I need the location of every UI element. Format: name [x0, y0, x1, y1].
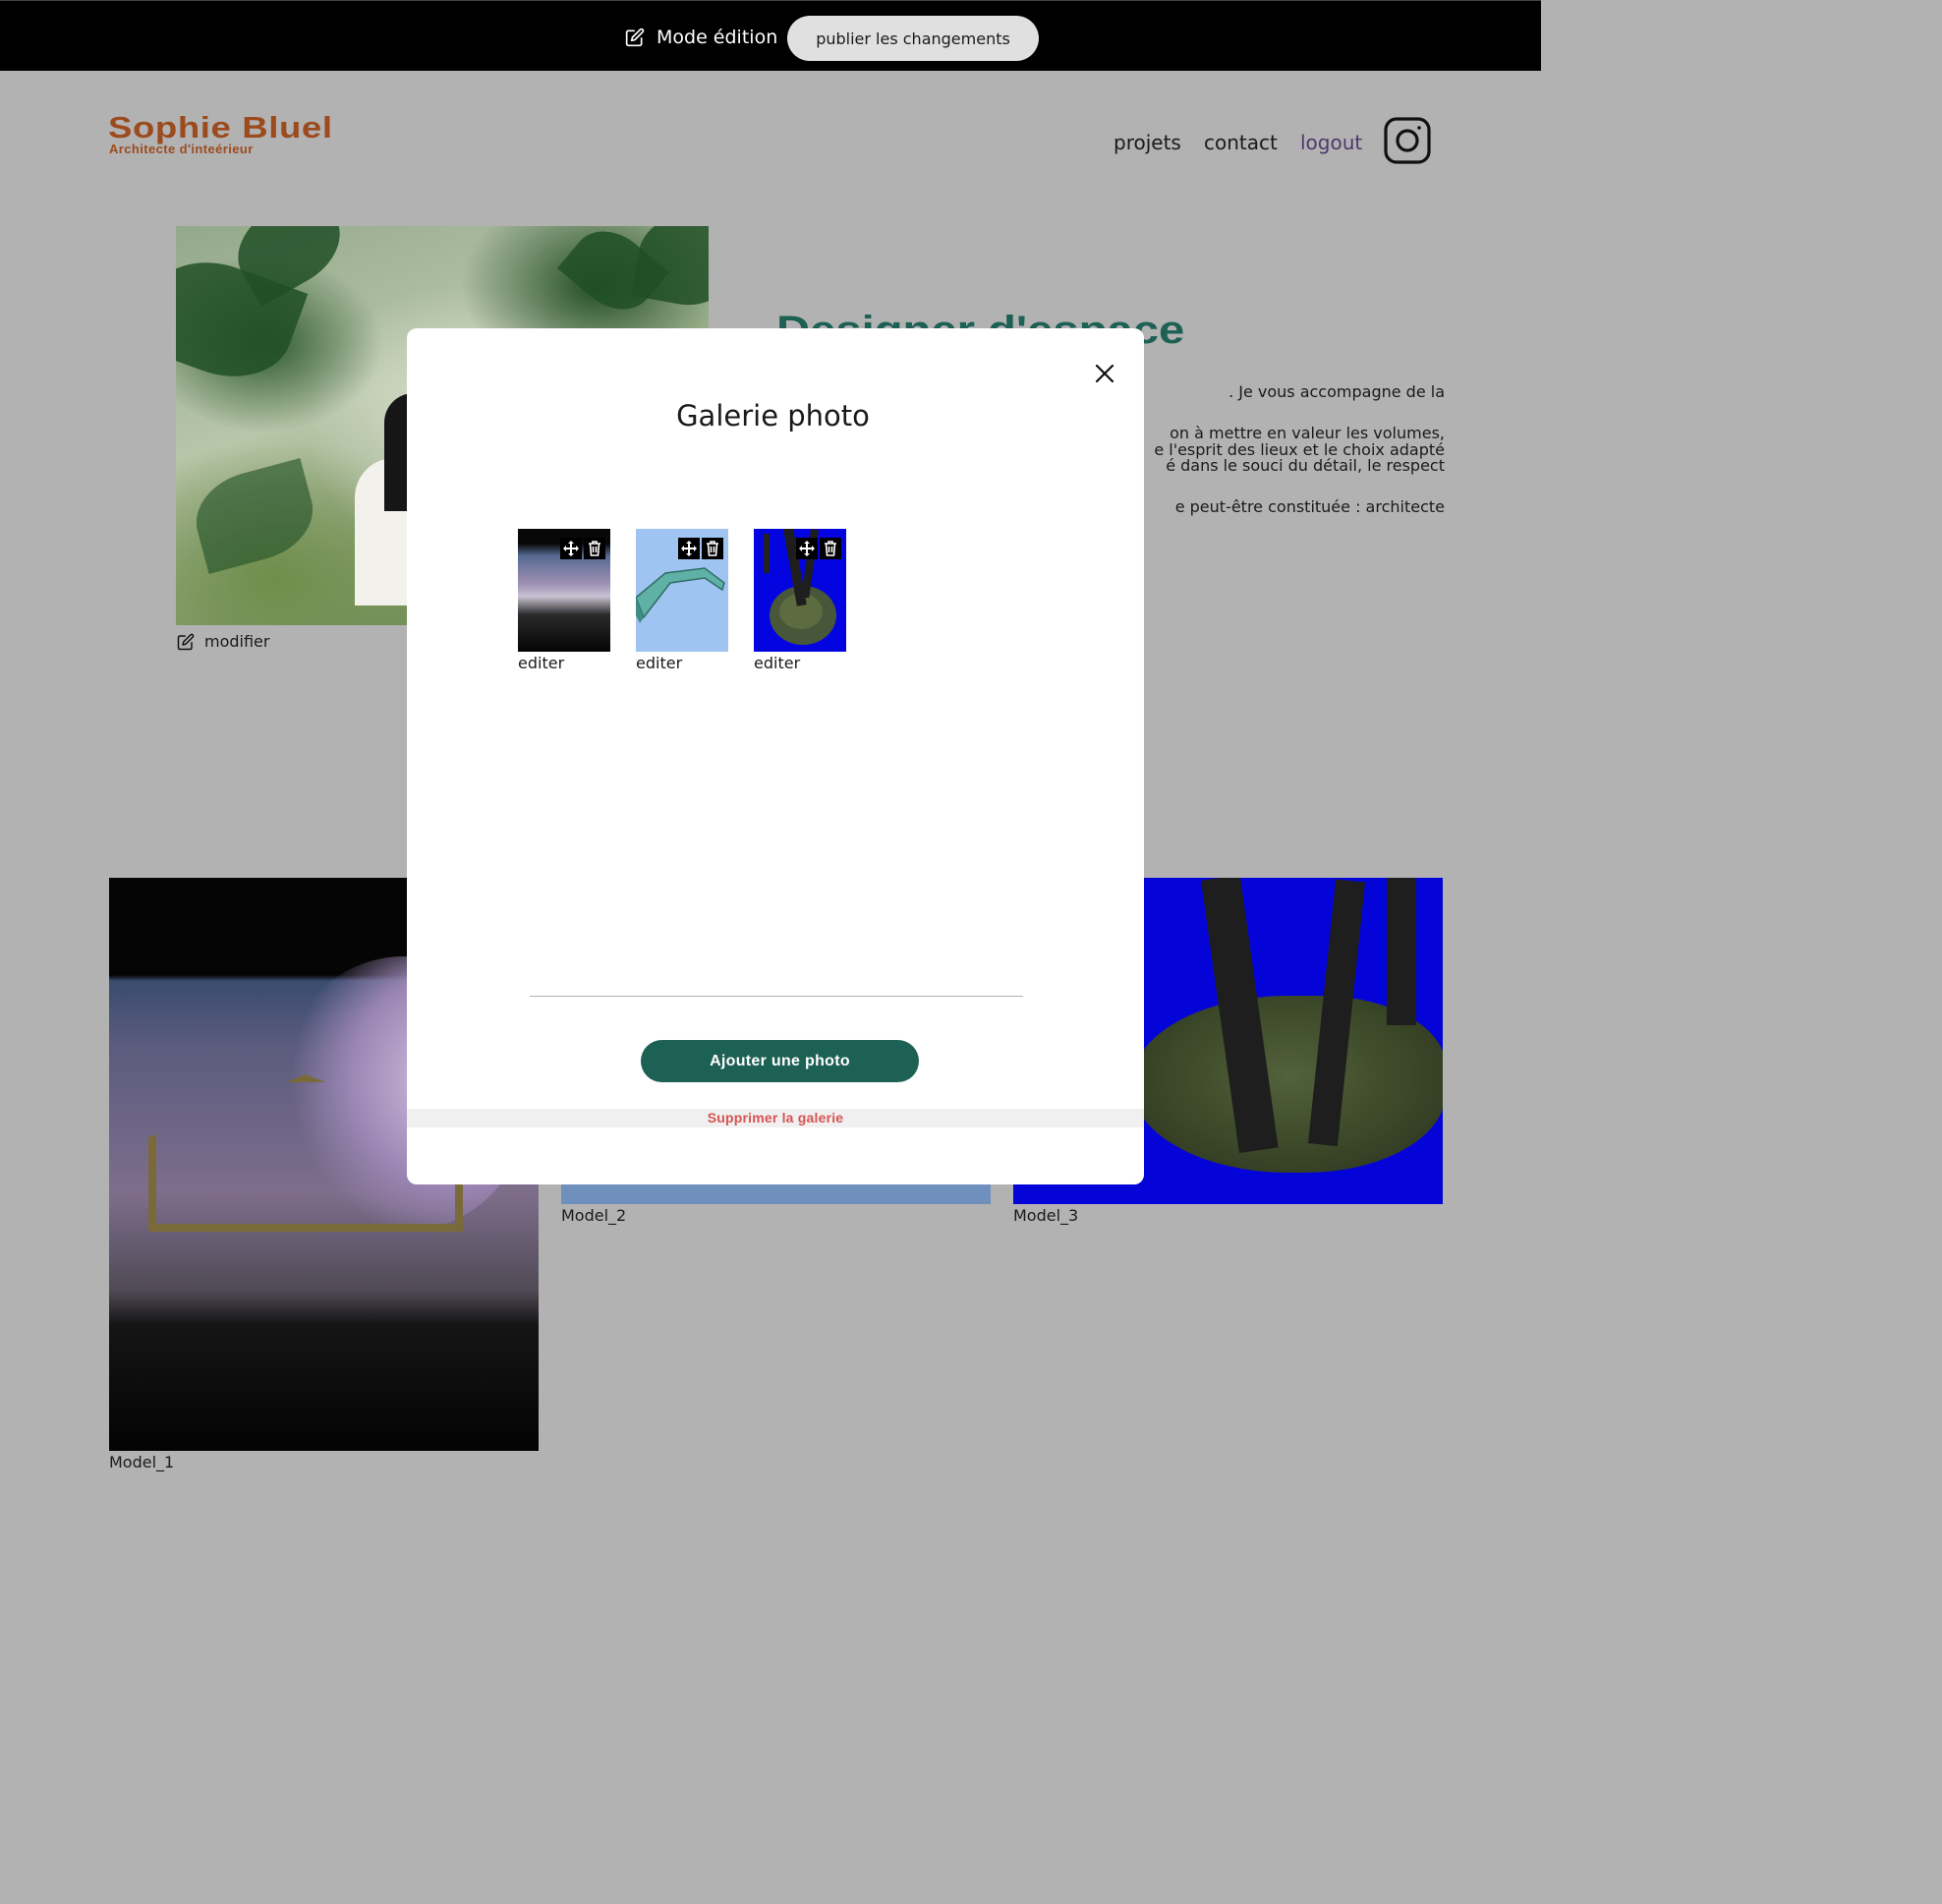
publish-changes-button[interactable]: publier les changements [787, 16, 1039, 61]
thumbnail-edit-link[interactable]: editer [754, 654, 800, 672]
delete-gallery-link[interactable]: Supprimer la galerie [407, 1110, 1144, 1125]
close-icon[interactable] [1093, 362, 1116, 385]
move-icon[interactable] [560, 538, 582, 559]
trash-icon[interactable] [584, 538, 605, 559]
edit-mode-label: Mode édition [657, 27, 778, 48]
modal-divider [530, 996, 1023, 997]
thumbnail-edit-link[interactable]: editer [518, 654, 564, 672]
modify-label: modifier [204, 632, 270, 651]
gallery-caption: Model_1 [109, 1453, 175, 1471]
gallery-modal: Galerie photo editer editer editer Ajout… [407, 328, 1144, 1184]
logo-subtitle: Architecte d'inteérieur [109, 142, 254, 156]
move-icon[interactable] [678, 538, 700, 559]
thumbnail-edit-link[interactable]: editer [636, 654, 682, 672]
modal-title: Galerie photo [676, 399, 870, 433]
add-photo-button[interactable]: Ajouter une photo [641, 1040, 919, 1082]
edit-icon [625, 28, 645, 47]
trash-icon[interactable] [702, 538, 723, 559]
trash-icon[interactable] [820, 538, 841, 559]
edit-icon [177, 633, 195, 650]
edit-mode-indicator: Mode édition [625, 25, 777, 50]
edit-mode-bar: Mode édition publier les changements [0, 0, 1541, 71]
gallery-thumbnail[interactable] [636, 529, 728, 652]
nav-link-projets[interactable]: projets [1114, 131, 1181, 154]
gallery-caption: Model_2 [561, 1206, 627, 1225]
move-icon[interactable] [796, 538, 818, 559]
gallery-caption: Model_3 [1013, 1206, 1079, 1225]
nav-link-contact[interactable]: contact [1204, 131, 1278, 154]
instagram-icon[interactable] [1384, 117, 1431, 164]
modify-photo-button[interactable]: modifier [177, 632, 269, 651]
nav-link-logout[interactable]: logout [1300, 131, 1362, 154]
logo-title[interactable]: Sophie Bluel [108, 110, 333, 145]
gallery-thumbnail[interactable] [754, 529, 846, 652]
gallery-thumbnail[interactable] [518, 529, 610, 652]
